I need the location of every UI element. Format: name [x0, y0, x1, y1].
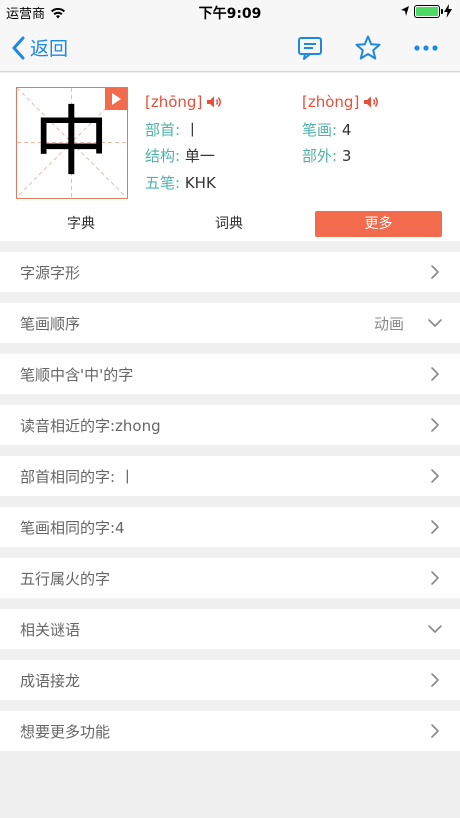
status-time: 下午9:09: [198, 6, 262, 22]
strokes-value: 4: [341, 121, 352, 139]
list-item-label: 部首相同的字: 丨: [20, 468, 135, 486]
list-item-label: 想要更多功能: [20, 723, 111, 741]
radical-info: 部首: 丨: [145, 119, 200, 140]
outside-value: 3: [341, 147, 352, 165]
outside-strokes-info: 部外: 3: [302, 145, 351, 166]
comment-icon[interactable]: [296, 34, 324, 62]
list-item-label: 笔画顺序: [20, 315, 81, 333]
list-item-label: 五行属火的字: [20, 570, 111, 588]
list-item-label: 读音相近的字:zhong: [20, 417, 161, 435]
speaker-icon: [364, 96, 379, 108]
list-item-extra[interactable]: 动画: [374, 313, 404, 334]
list-item[interactable]: 笔画相同的字:4: [0, 507, 460, 547]
chevron-right-icon: [431, 265, 439, 279]
nav-bar: 返回: [0, 24, 460, 72]
wubi-value: KHK: [184, 174, 216, 192]
structure-info: 结构: 单一: [145, 145, 215, 166]
pinyin-2[interactable]: [zhòng]: [302, 93, 381, 111]
list-item-label: 字源字形: [20, 264, 81, 282]
chevron-down-icon: [428, 625, 442, 633]
play-button[interactable]: [105, 88, 127, 110]
pinyin-1[interactable]: [zhōng]: [145, 93, 224, 111]
chevron-right-icon: [431, 673, 439, 687]
list-item[interactable]: 成语接龙: [0, 660, 460, 700]
back-button[interactable]: 返回: [12, 34, 68, 61]
speaker-icon: [207, 96, 222, 108]
chevron-right-icon: [431, 571, 439, 585]
wubi-info: 五笔: KHK: [145, 172, 216, 193]
location-icon: [401, 6, 409, 16]
tab-dictionary[interactable]: 字典: [20, 211, 142, 237]
chevron-right-icon: [431, 520, 439, 534]
list-item[interactable]: 读音相近的字:zhong: [0, 405, 460, 445]
list-item-label: 笔画相同的字:4: [20, 519, 125, 537]
chevron-right-icon: [431, 418, 439, 432]
charging-icon: [444, 4, 452, 18]
list-item[interactable]: 部首相同的字: 丨: [0, 456, 460, 496]
list-item[interactable]: 想要更多功能: [0, 711, 460, 751]
pinyin-1-text: [zhōng]: [145, 93, 203, 111]
chevron-right-icon: [431, 469, 439, 483]
character-grid: 中: [16, 87, 128, 199]
outside-label: 部外:: [302, 147, 338, 165]
radical-label: 部首:: [145, 121, 181, 139]
play-icon: [112, 93, 121, 105]
tab-more[interactable]: 更多: [315, 211, 442, 237]
pinyin-2-text: [zhòng]: [302, 93, 360, 111]
list-item[interactable]: 笔顺中含'中'的字: [0, 354, 460, 394]
tab-bar: 字典 词典 更多: [0, 209, 460, 241]
battery-icon: [414, 4, 443, 18]
radical-value: 丨: [184, 121, 200, 139]
list-item[interactable]: 笔画顺序 动画: [0, 303, 460, 343]
wubi-label: 五笔:: [145, 174, 181, 192]
chevron-right-icon: [431, 367, 439, 381]
tab-word-dictionary[interactable]: 词典: [168, 211, 290, 237]
list-item[interactable]: 相关谜语: [0, 609, 460, 649]
status-right: [400, 4, 452, 18]
status-bar: 运营商 下午9:09: [0, 0, 460, 24]
list-item-label: 相关谜语: [20, 621, 81, 639]
list-item-label: 笔顺中含'中'的字: [20, 366, 134, 384]
star-icon[interactable]: [354, 34, 382, 62]
list-item[interactable]: 字源字形: [0, 252, 460, 292]
chevron-right-icon: [431, 724, 439, 738]
strokes-info: 笔画: 4: [302, 119, 351, 140]
structure-value: 单一: [184, 147, 215, 165]
structure-label: 结构:: [145, 147, 181, 165]
chevron-left-icon: [12, 36, 25, 59]
more-icon[interactable]: [412, 34, 440, 62]
list-item-label: 成语接龙: [20, 672, 81, 690]
character-card: 中 [zhōng] [zhòng] 部首: 丨 笔画: 4 结构: 单一 部外:…: [0, 73, 460, 241]
strokes-label: 笔画:: [302, 121, 338, 139]
chevron-down-icon: [428, 319, 442, 327]
list-item[interactable]: 五行属火的字: [0, 558, 460, 598]
back-label: 返回: [30, 38, 69, 60]
